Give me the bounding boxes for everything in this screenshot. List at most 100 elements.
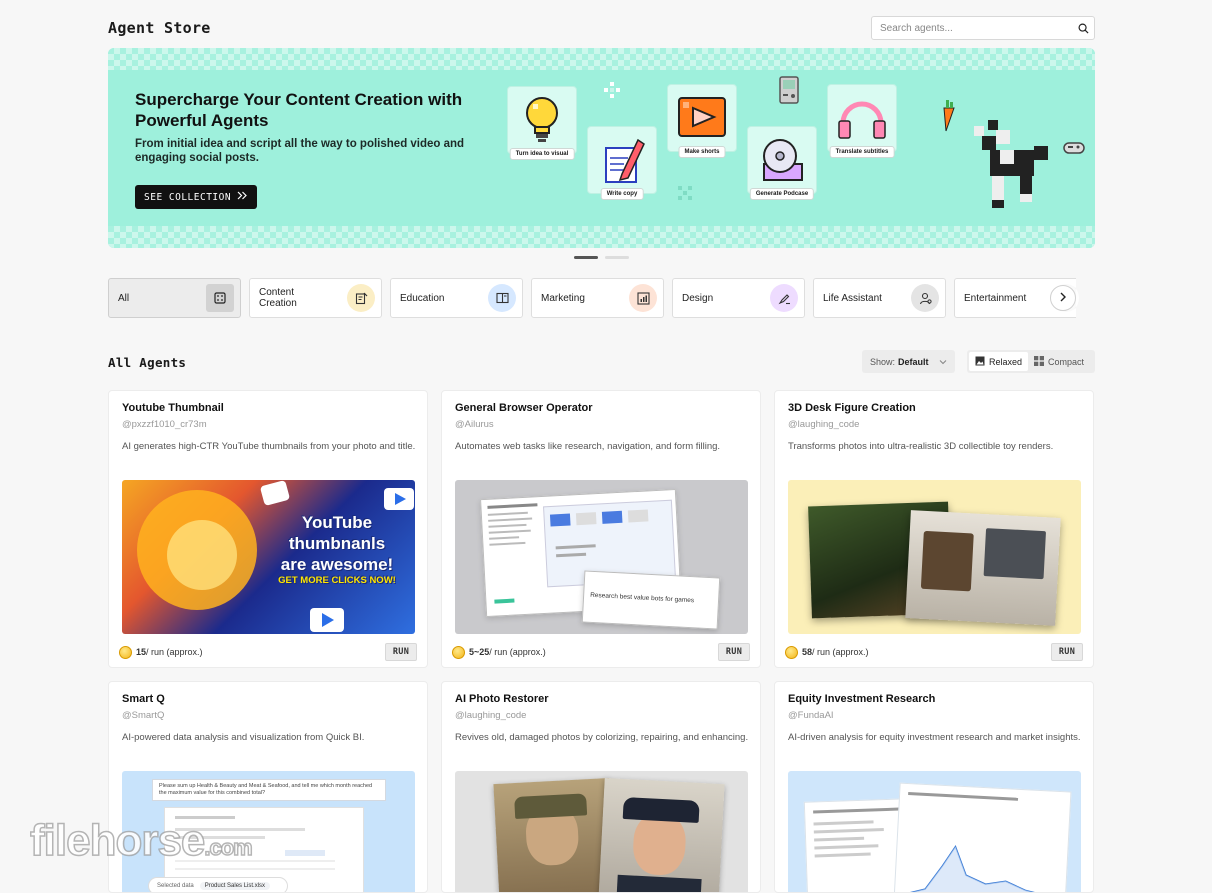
agent-preview-image: YouTube thumbnanls are awesome! GET MORE… [122, 480, 415, 634]
agent-author[interactable]: @Ailurus [455, 419, 494, 430]
person-icon [911, 284, 939, 312]
filehorse-watermark: filehorse.com [29, 815, 254, 866]
agent-author[interactable]: @laughing_code [788, 419, 859, 430]
see-collection-label: SEE COLLECTION [144, 191, 232, 203]
agent-preview-image: Research best value bots for games [455, 480, 748, 634]
agent-footer: 58 / run (approx.) RUN [775, 636, 1093, 667]
banner-tile-copy: Write copy [587, 126, 657, 200]
agent-footer: 15 / run (approx.) RUN [109, 636, 427, 667]
agent-preview-image [455, 771, 748, 892]
tile-caption: Turn idea to visual [509, 148, 575, 160]
coin-icon [785, 645, 798, 659]
category-next-button[interactable] [1050, 285, 1076, 311]
category-education[interactable]: Education [390, 278, 523, 318]
search-input[interactable] [872, 17, 1072, 39]
pagination-dot[interactable] [605, 256, 629, 259]
sparkle-icon [604, 82, 620, 103]
agent-title: Smart Q [122, 693, 165, 705]
show-select[interactable]: Show: Default [862, 350, 955, 373]
agent-cost: 5~25 [469, 647, 490, 657]
category-life-assistant[interactable]: Life Assistant [813, 278, 946, 318]
agent-card-general-browser-operator[interactable]: General Browser Operator @Ailurus Automa… [441, 390, 761, 668]
agent-description: AI-powered data analysis and visualizati… [122, 732, 365, 743]
category-label: Education [400, 292, 445, 304]
banner-checker-bottom [108, 226, 1095, 248]
agent-author[interactable]: @FundaAI [788, 710, 834, 721]
run-button[interactable]: RUN [1051, 643, 1083, 661]
tile-caption: Write copy [600, 188, 644, 200]
carrot-icon [936, 98, 958, 137]
see-collection-button[interactable]: SEE COLLECTION [135, 185, 258, 209]
agent-author[interactable]: @pxzzf1010_cr73m [122, 419, 207, 430]
view-compact-label: Compact [1048, 356, 1085, 367]
agent-cost-unit: / run (approx.) [812, 647, 869, 657]
category-content-creation[interactable]: Content Creation [249, 278, 382, 318]
banner-tile-idea: Turn idea to visual [507, 86, 577, 160]
pixel-horse-icon [960, 106, 1060, 221]
search-icon[interactable] [1072, 17, 1094, 39]
search-box[interactable] [871, 16, 1095, 40]
pagination-dot[interactable] [574, 256, 598, 259]
chart-icon [629, 284, 657, 312]
banner-checker-top [108, 48, 1095, 70]
page-header: Agent Store [108, 16, 1095, 42]
agent-title: AI Photo Restorer [455, 693, 549, 705]
hero-banner[interactable]: Supercharge Your Content Creation with P… [108, 48, 1095, 248]
category-label: Design [682, 292, 714, 304]
agent-cost-unit: / run (approx.) [489, 647, 546, 657]
gameboy-icon [778, 76, 800, 109]
book-icon [488, 284, 516, 312]
show-label: Show: [870, 356, 896, 367]
agent-card-3d-desk-figure[interactable]: 3D Desk Figure Creation @laughing_code T… [774, 390, 1094, 668]
thumbnail-text: thumbnanls [288, 534, 386, 553]
coin-icon [119, 645, 132, 659]
agent-description: AI generates high-CTR YouTube thumbnails… [122, 441, 416, 452]
thumbnail-text: are awesome! [280, 555, 394, 574]
thumbnail-text: GET MORE CLICKS NOW! [278, 575, 396, 586]
agent-description: AI-driven analysis for equity investment… [788, 732, 1081, 743]
image-icon [975, 356, 985, 368]
agent-card-equity-investment-research[interactable]: Equity Investment Research @FundaAI AI-d… [774, 681, 1094, 893]
browser-prompt-text: Research best value bots for games [589, 591, 695, 605]
agent-card-ai-photo-restorer[interactable]: AI Photo Restorer @laughing_code Revives… [441, 681, 761, 893]
write-document-icon [588, 127, 656, 193]
grid-icon [1034, 355, 1045, 368]
category-all[interactable]: All [108, 278, 241, 318]
banner-tile-podcast: Generate Podcase [747, 126, 817, 200]
double-chevron-right-icon [237, 191, 248, 203]
tile-caption: Generate Podcase [749, 188, 815, 200]
view-relaxed-button[interactable]: Relaxed [969, 352, 1029, 371]
agent-description: Transforms photos into ultra-realistic 3… [788, 441, 1054, 452]
category-design[interactable]: Design [672, 278, 805, 318]
category-marketing[interactable]: Marketing [531, 278, 664, 318]
agent-title: Youtube Thumbnail [122, 402, 224, 414]
agent-description: Revives old, damaged photos by colorizin… [455, 732, 749, 743]
chevron-right-icon [1059, 289, 1067, 307]
agent-author[interactable]: @laughing_code [455, 710, 526, 721]
agent-author[interactable]: @SmartQ [122, 710, 164, 721]
page-title: Agent Store [108, 19, 211, 37]
category-label: Content Creation [259, 287, 297, 309]
brush-icon [770, 284, 798, 312]
edit-document-icon [347, 284, 375, 312]
watermark-suffix: .com [204, 834, 254, 861]
cd-disc-icon [748, 127, 816, 193]
view-relaxed-label: Relaxed [989, 356, 1023, 367]
smartq-prompt: Please sum up Health & Beauty and Meat &… [152, 779, 386, 801]
lightbulb-icon [508, 87, 576, 153]
category-label: All [118, 292, 130, 304]
coin-icon [452, 645, 465, 659]
banner-pagination [574, 256, 629, 259]
agent-card-youtube-thumbnail[interactable]: Youtube Thumbnail @pxzzf1010_cr73m AI ge… [108, 390, 428, 668]
tile-caption: Translate subtitles [829, 146, 895, 158]
run-button[interactable]: RUN [385, 643, 417, 661]
category-label: Entertainment [964, 292, 1027, 304]
agent-cost: 58 [802, 647, 813, 657]
banner-tile-shorts: Make shorts [667, 84, 737, 158]
agent-cost: 15 [136, 647, 147, 657]
selected-file-chip: Product Sales List.xlsx [199, 882, 271, 890]
agent-footer: 5~25 / run (approx.) RUN [442, 636, 760, 667]
view-compact-button[interactable]: Compact [1028, 352, 1090, 371]
section-title: All Agents [108, 355, 187, 370]
run-button[interactable]: RUN [718, 643, 750, 661]
